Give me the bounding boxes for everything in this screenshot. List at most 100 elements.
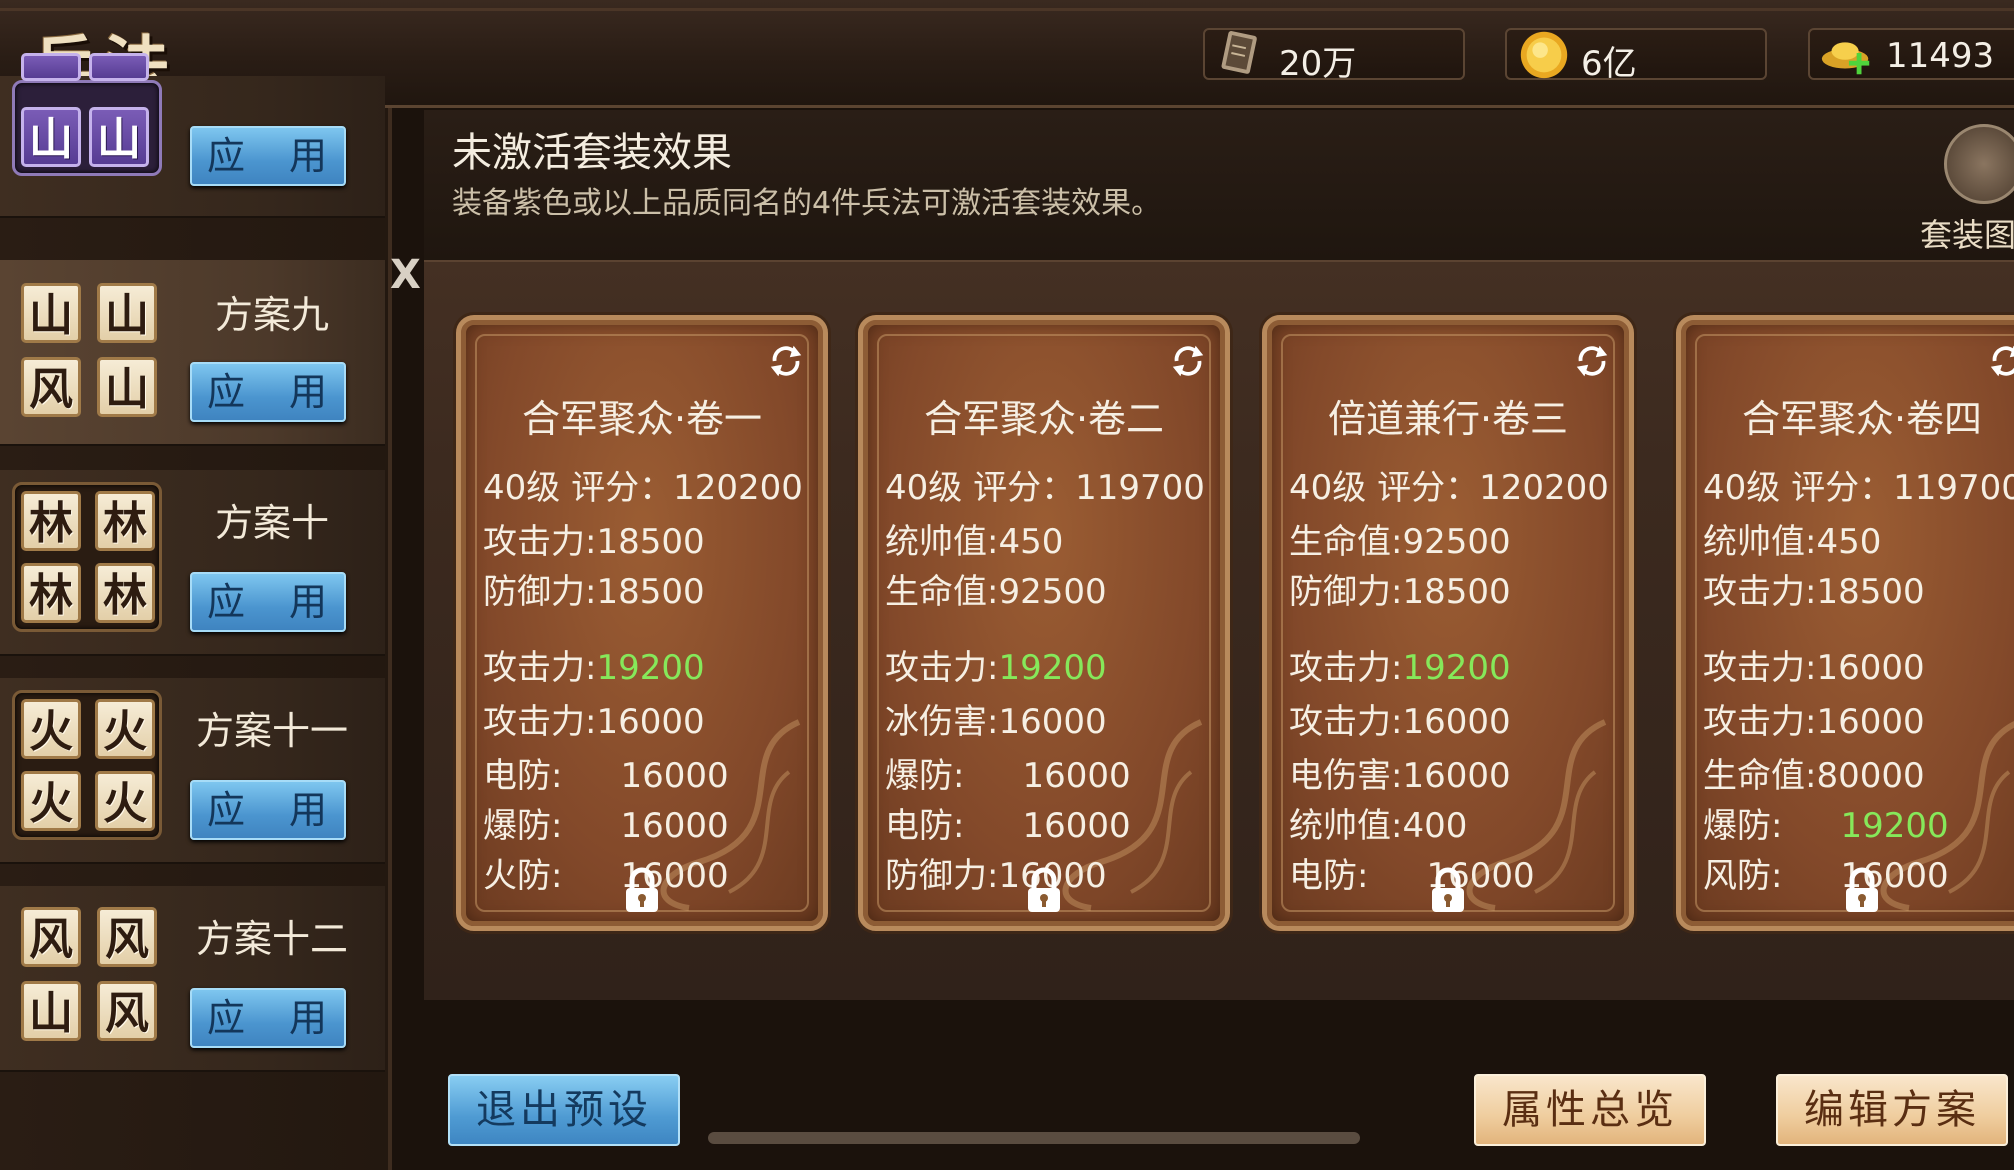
refresh-icon[interactable] bbox=[1169, 342, 1207, 380]
card-extra-stat: 防御力:16000 bbox=[885, 848, 1107, 897]
scheme-tile: 山 bbox=[89, 107, 149, 167]
stat-value: 19200 bbox=[596, 648, 705, 688]
scheme-name: 方案九 bbox=[214, 293, 329, 337]
stat-label: 电防: bbox=[1289, 856, 1369, 896]
scheme-tile bbox=[21, 53, 81, 81]
card-title: 合军聚众·卷四 bbox=[1741, 397, 1983, 441]
skill-card[interactable]: 合军聚众·卷一 40级 评分：120200 攻击力:18500 防御力:18500 攻击… bbox=[456, 315, 828, 931]
horizontal-scrollbar[interactable] bbox=[708, 1132, 1360, 1144]
scheme-tile: 火 bbox=[95, 771, 155, 831]
stat-label: 攻击力: bbox=[1703, 648, 1817, 688]
card-extra-stat: 攻击力:16000 bbox=[483, 694, 705, 743]
scheme-tile: 林 bbox=[95, 491, 155, 551]
stat-value: 19200 bbox=[1840, 806, 1949, 846]
stat-label: 电伤害: bbox=[1289, 756, 1403, 796]
refresh-icon[interactable] bbox=[1987, 342, 2014, 380]
stat-value: 18500 bbox=[1816, 572, 1925, 612]
scheme-tile: 山 bbox=[97, 283, 157, 343]
close-button[interactable]: X bbox=[390, 252, 421, 298]
stat-label: 统帅值: bbox=[1289, 806, 1403, 846]
stat-value: 400 bbox=[1402, 806, 1468, 846]
scheme-row[interactable]: 山 山 应 用 bbox=[0, 53, 385, 218]
stat-value: 19200 bbox=[998, 648, 1107, 688]
apply-button[interactable]: 应 用 bbox=[190, 126, 346, 186]
scheme-tile: 林 bbox=[95, 563, 155, 623]
card-level-score: 40级 评分：119700 bbox=[885, 468, 1205, 508]
card-extra-stat: 冰伤害:16000 bbox=[885, 694, 1107, 743]
lock-icon[interactable] bbox=[620, 866, 664, 914]
attribute-overview-button[interactable]: 属性总览 bbox=[1474, 1074, 1706, 1146]
scheme-tile: 火 bbox=[21, 771, 81, 831]
scheme-tile: 风 bbox=[97, 981, 157, 1041]
scheme-row-9[interactable]: 山 山 风 山 方案九 应 用 bbox=[0, 260, 385, 446]
set-effect-description: 装备紫色或以上品质同名的4件兵法可激活套装效果。 bbox=[452, 186, 1162, 221]
stat-value: 16000 bbox=[1402, 702, 1511, 742]
card-extra-stat: 生命值:80000 bbox=[1703, 748, 1925, 797]
skill-card[interactable]: 合军聚众·卷四 40级 评分：119700 统帅值:450 攻击力:18500 攻击力:… bbox=[1676, 315, 2014, 931]
exit-preset-button[interactable]: 退出预设 bbox=[448, 1074, 680, 1146]
scheme-tiles: 风 风 山 风 bbox=[12, 898, 162, 1048]
skill-card[interactable]: 倍道兼行·卷三 40级 评分：120200 生命值:92500 防御力:18500 攻击… bbox=[1262, 315, 1634, 931]
set-effect-title: 未激活套装效果 bbox=[452, 130, 732, 176]
scheme-tile: 火 bbox=[21, 699, 81, 759]
card-extra-stat: 攻击力:19200 bbox=[483, 640, 705, 689]
lock-icon[interactable] bbox=[1022, 866, 1066, 914]
scheme-tiles: 山 山 bbox=[12, 53, 162, 176]
refresh-icon[interactable] bbox=[1573, 342, 1611, 380]
card-base-stat: 统帅值:450 bbox=[1703, 514, 1881, 563]
skill-card[interactable]: 合军聚众·卷二 40级 评分：119700 统帅值:450 生命值:92500 攻击力:… bbox=[858, 315, 1230, 931]
scheme-list[interactable]: 山 山 应 用 山 山 风 山 方案九 应 用 林 林 林 林 方案十 应 用 … bbox=[0, 53, 392, 1170]
stat-value: 16000 bbox=[620, 806, 729, 846]
scheme-tile: 山 bbox=[21, 107, 81, 167]
stat-value: 16000 bbox=[1816, 702, 1925, 742]
resource-gold: 6亿 bbox=[1505, 28, 1767, 84]
card-title: 合军聚众·卷一 bbox=[521, 397, 763, 441]
stat-value: 16000 bbox=[1816, 648, 1925, 688]
resource-scroll: 20万 bbox=[1203, 28, 1465, 84]
card-extra-stat: 电防: 16000 bbox=[1289, 848, 1535, 897]
stat-label: 防御力: bbox=[1289, 572, 1403, 612]
stat-value: 18500 bbox=[596, 572, 705, 612]
card-extra-stat: 统帅值:400 bbox=[1289, 798, 1467, 847]
scheme-tile bbox=[89, 53, 149, 81]
card-extra-stat: 电伤害:16000 bbox=[1289, 748, 1511, 797]
scheme-tiles: 山 山 风 山 bbox=[12, 276, 162, 426]
apply-button[interactable]: 应 用 bbox=[190, 780, 346, 840]
stat-value: 16000 bbox=[596, 702, 705, 742]
stat-value: 80000 bbox=[1816, 756, 1925, 796]
lock-icon[interactable] bbox=[1840, 866, 1884, 914]
refresh-icon[interactable] bbox=[767, 342, 805, 380]
stat-label: 火防: bbox=[483, 856, 563, 896]
set-gallery-label[interactable]: 套装图 bbox=[1920, 210, 2014, 256]
stat-label: 电防: bbox=[885, 806, 965, 846]
card-extra-stat: 爆防: 16000 bbox=[885, 748, 1131, 797]
apply-button[interactable]: 应 用 bbox=[190, 362, 346, 422]
card-extra-stat: 火防: 16000 bbox=[483, 848, 729, 897]
stat-label: 爆防: bbox=[483, 806, 563, 846]
scheme-tile: 山 bbox=[21, 283, 81, 343]
stat-label: 攻击力: bbox=[483, 648, 597, 688]
lock-icon[interactable] bbox=[1426, 866, 1470, 914]
resource-ingot[interactable]: 11493 bbox=[1808, 28, 2014, 80]
scheme-row-12[interactable]: 风 风 山 风 方案十二 应 用 bbox=[0, 886, 385, 1072]
stat-value: 450 bbox=[998, 522, 1064, 562]
scheme-tiles: 火 火 火 火 bbox=[12, 690, 162, 840]
scheme-row-10[interactable]: 林 林 林 林 方案十 应 用 bbox=[0, 470, 385, 656]
gold-amount: 6亿 bbox=[1581, 44, 1637, 84]
stat-label: 统帅值: bbox=[1703, 522, 1817, 562]
edit-scheme-button[interactable]: 编辑方案 bbox=[1776, 1074, 2008, 1146]
stat-label: 爆防: bbox=[885, 756, 965, 796]
card-extra-stat: 攻击力:16000 bbox=[1703, 694, 1925, 743]
card-extra-stat: 攻击力:19200 bbox=[885, 640, 1107, 689]
set-gallery-icon[interactable] bbox=[1944, 124, 2014, 204]
apply-button[interactable]: 应 用 bbox=[190, 572, 346, 632]
gold-ingot-add-icon[interactable] bbox=[1818, 24, 1876, 82]
scheme-name: 方案十二 bbox=[195, 917, 348, 961]
stat-label: 电防: bbox=[483, 756, 563, 796]
stat-label: 攻击力: bbox=[1703, 702, 1817, 742]
apply-button[interactable]: 应 用 bbox=[190, 988, 346, 1048]
scheme-row-11[interactable]: 火 火 火 火 方案十一 应 用 bbox=[0, 678, 385, 864]
card-level-score: 40级 评分：120200 bbox=[483, 468, 803, 508]
stat-label: 统帅值: bbox=[885, 522, 999, 562]
stat-label: 防御力: bbox=[885, 856, 999, 896]
